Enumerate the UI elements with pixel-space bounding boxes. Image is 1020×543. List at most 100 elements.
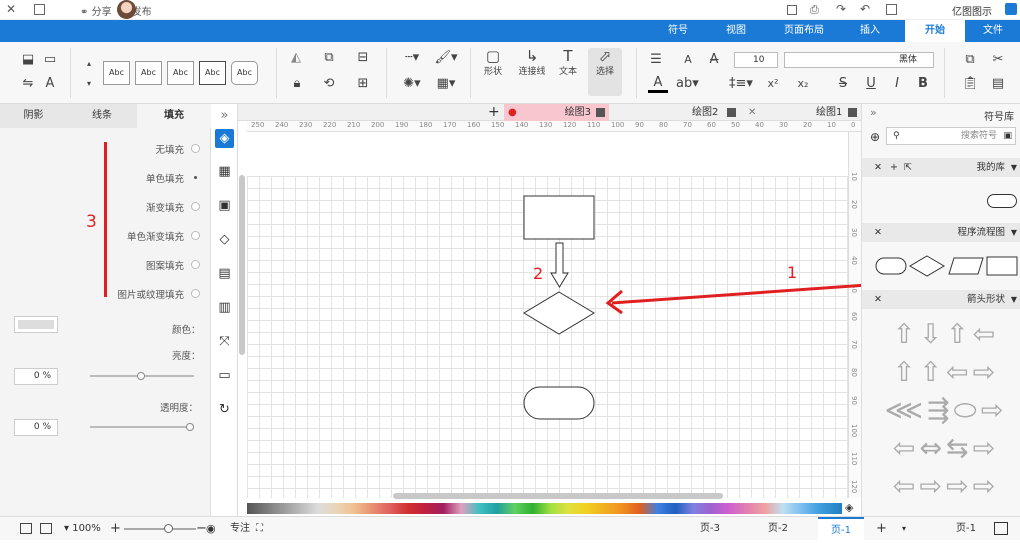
zoom-in-icon[interactable]: +	[110, 517, 121, 541]
radio[interactable]	[191, 260, 200, 269]
decision-shape[interactable]	[523, 291, 595, 335]
tab-shadow[interactable]: 阴影	[0, 104, 67, 128]
group-icon[interactable]: ⧉	[320, 50, 338, 66]
brightness-slider[interactable]	[90, 372, 194, 380]
tab-symbol[interactable]: 符号	[660, 20, 696, 42]
decision-symbol[interactable]	[909, 255, 945, 277]
expand-panel-icon[interactable]: »	[870, 106, 877, 119]
radio[interactable]	[191, 231, 200, 240]
italic-icon[interactable]: I	[890, 76, 904, 92]
section-my-library[interactable]: ✕ + ⇱ 我的库 ▼	[862, 158, 1020, 177]
style-scroll-down-icon[interactable]: ▾	[84, 76, 94, 92]
transparency-slider[interactable]	[90, 423, 194, 431]
connector-tool[interactable]: ↳ 连接线	[515, 48, 549, 80]
page-view-icon[interactable]	[994, 522, 1008, 535]
fill-option-gradient[interactable]: 渐变填充	[112, 200, 200, 214]
section-arrow-shapes[interactable]: ✕ 箭头形状 ▼	[862, 290, 1020, 309]
slider-thumb[interactable]	[164, 524, 173, 533]
close-section-icon[interactable]: ✕	[874, 223, 882, 242]
slider-thumb[interactable]	[186, 423, 194, 431]
image-icon[interactable]: ▣	[215, 196, 234, 215]
arrow-shape-grid[interactable]: ⇧⇩⇧⇦ ⇧⇧⇦⇨ ⋘⇶⬭⇨ ⇦⇔⇆⇨ ⇦⇨⇨⇨	[872, 316, 1020, 511]
transparency-stepper[interactable]: 0 %	[14, 419, 58, 436]
flowchart-shapes[interactable]	[874, 254, 1019, 278]
close-window-button[interactable]: ✕	[4, 2, 18, 16]
underline-icon[interactable]: U	[864, 76, 878, 92]
font-color-icon[interactable]: A	[42, 76, 58, 92]
fill-option-none[interactable]: 无填充	[112, 142, 200, 156]
tab-page-layout[interactable]: 页面布局	[776, 20, 832, 42]
slider-thumb[interactable]	[137, 372, 145, 380]
close-section-icon[interactable]: ✕	[874, 158, 882, 177]
doc-tab-1[interactable]: ✕ 绘图1	[758, 104, 878, 121]
redo-icon[interactable]: ↶	[860, 2, 870, 16]
radio[interactable]	[191, 202, 200, 211]
zoom-slider[interactable]	[124, 524, 196, 533]
doc-tab-3[interactable]: ● 绘图3	[504, 104, 609, 121]
line-effect-icon[interactable]: ✺▾	[400, 76, 424, 92]
clipboard-icon[interactable]: ▤	[990, 76, 1006, 92]
distribute-icon[interactable]: ⊞	[354, 76, 372, 92]
fill-option-pattern[interactable]: 图案填充	[112, 258, 200, 272]
page-selector[interactable]: ▾ 页-1	[902, 517, 984, 541]
restore-icon[interactable]	[787, 5, 797, 15]
terminator-symbol[interactable]	[875, 257, 907, 275]
collapse-panel-icon[interactable]: »	[215, 106, 234, 125]
fill-option-solid[interactable]: 单色填充	[112, 171, 200, 185]
page-icon[interactable]: ▤	[215, 264, 234, 283]
copy-icon[interactable]: ⧉	[962, 52, 978, 68]
section-flowchart[interactable]: ✕ 程序流程图 ▼	[862, 223, 1020, 242]
superscript-icon[interactable]: x²	[764, 76, 782, 92]
save-icon[interactable]	[886, 4, 897, 15]
palette-swatches[interactable]	[247, 503, 842, 514]
play-icon[interactable]: ◉	[206, 517, 216, 541]
radio-selected-dot[interactable]	[194, 176, 197, 179]
add-symbol-icon[interactable]: +	[890, 158, 898, 177]
highlight-icon[interactable]: ab▾	[676, 76, 699, 92]
fill-triangle-icon[interactable]: ◭	[288, 50, 304, 66]
export-icon[interactable]: ⇱	[904, 158, 912, 177]
shadow-icon[interactable]: ▦▾	[434, 76, 458, 92]
fill-icon[interactable]: ◈	[215, 129, 234, 148]
outline-icon[interactable]: ▥	[215, 298, 234, 317]
close-tab-icon[interactable]: ✕	[748, 104, 756, 121]
font-grow-icon[interactable]: A̶	[704, 52, 724, 68]
horizontal-scrollbar[interactable]	[393, 493, 723, 499]
history-icon[interactable]: ↻	[215, 400, 234, 419]
subscript-icon[interactable]: x₂	[794, 76, 812, 92]
tab-line[interactable]: 线条	[67, 104, 137, 128]
radio[interactable]	[191, 289, 200, 298]
paste-style-icon[interactable]: ▭	[42, 52, 58, 68]
style-preset-1[interactable]: Abc	[103, 61, 130, 85]
fill-option-solid-gradient[interactable]: 单色渐变填充	[112, 229, 200, 243]
grid-icon[interactable]: ▦	[215, 162, 234, 181]
tool-option-icon[interactable]: ⇋	[18, 76, 38, 92]
align-icon[interactable]: ⊟	[354, 50, 372, 66]
line-style-icon[interactable]: ┄▾	[400, 50, 424, 66]
font-color-a-icon[interactable]: A	[648, 76, 668, 93]
style-preset-4[interactable]: Abc	[199, 61, 226, 85]
style-preset-2[interactable]: Abc	[135, 61, 162, 85]
font-name-select[interactable]: 黑体	[784, 52, 934, 68]
text-align-icon[interactable]: ☰	[648, 52, 664, 68]
format-painter-icon[interactable]: ⬓	[18, 52, 38, 68]
text-tool[interactable]: T 文本	[554, 48, 582, 80]
fill-bucket-icon[interactable]: 🖌︎▾	[434, 50, 458, 66]
fill-option-picture[interactable]: 图片或纹理填充	[112, 287, 200, 301]
color-swatch[interactable]	[14, 316, 58, 333]
symbol-search-input[interactable]: ⚲ 搜索符号 ▣	[886, 127, 1016, 145]
add-tab-button[interactable]: +	[488, 104, 502, 121]
down-arrow-shape[interactable]	[550, 242, 569, 288]
window-mode-button[interactable]	[34, 4, 45, 15]
add-page-button[interactable]: +	[876, 517, 887, 541]
avatar[interactable]	[117, 0, 136, 19]
page-tab-3[interactable]: 页-3	[700, 517, 720, 541]
font-size-select[interactable]: 10	[734, 52, 778, 68]
process-symbol[interactable]	[986, 256, 1018, 276]
tab-fill[interactable]: 填充	[137, 104, 211, 128]
tab-view[interactable]: 视图	[718, 20, 754, 42]
style-scroll-up-icon[interactable]: ▴	[84, 56, 94, 72]
shape-tool[interactable]: ▢ 形状	[478, 48, 508, 80]
data-symbol[interactable]	[948, 257, 984, 275]
add-library-icon[interactable]: ⊕	[870, 130, 880, 144]
